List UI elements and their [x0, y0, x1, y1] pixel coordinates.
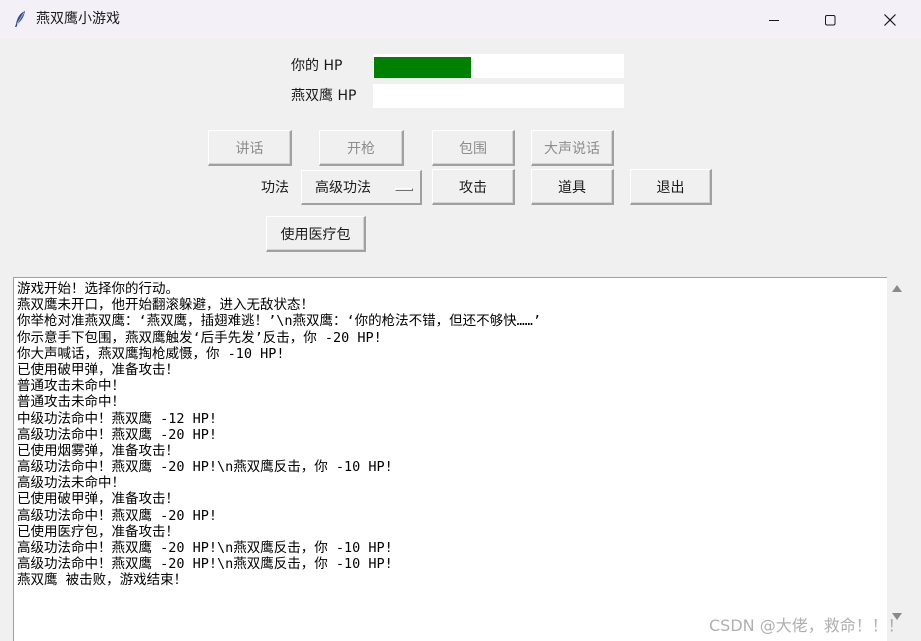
game-log-lines: 游戏开始！选择你的行动。 燕双鹰未开口，他开始翻滚躲避，进入无敌状态！ 你举枪对准燕…	[17, 281, 541, 589]
close-button[interactable]	[861, 0, 919, 39]
log-line: 你大声喊话，燕双鹰掏枪威慑，你 -10 HP!	[17, 345, 285, 362]
log-line: 已使用烟雾弹，准备攻击！	[17, 442, 179, 459]
log-line: 高级功法命中！燕双鹰 -20 HP!\n燕双鹰反击，你 -10 HP!	[17, 540, 393, 556]
log-line: 高级功法命中！燕双鹰 -20 HP!\n燕双鹰反击，你 -10 HP!	[17, 459, 393, 476]
enemy-hp-bar	[373, 84, 624, 108]
title-bar[interactable]: 燕双鹰小游戏	[0, 0, 921, 39]
log-line: 中级功法命中！燕双鹰 -12 HP!	[17, 410, 218, 427]
window-title: 燕双鹰小游戏	[36, 11, 120, 27]
log-line: 已使用破甲弹，准备攻击！	[17, 491, 179, 508]
log-scrollbar[interactable]	[887, 277, 908, 641]
scroll-up-icon[interactable]	[892, 285, 902, 292]
log-line: 你示意手下包围，燕双鹰触发‘后手先发’反击，你 -20 HP!	[17, 329, 382, 346]
log-line: 高级功法命中！燕双鹰 -20 HP!\n燕双鹰反击，你 -10 HP!	[17, 556, 393, 573]
log-line: 游戏开始！选择你的行动。	[17, 281, 179, 297]
technique-selected-value: 高级功法	[315, 180, 371, 196]
log-line: 高级功法命中！燕双鹰 -20 HP!	[17, 507, 218, 524]
log-line: 高级功法命中！燕双鹰 -20 HP!	[17, 426, 218, 443]
log-line: 高级功法未命中！	[17, 475, 125, 492]
surround-button[interactable]: 包围	[432, 130, 515, 166]
shoot-button[interactable]: 开枪	[319, 130, 404, 166]
log-line: 已使用破甲弹，准备攻击！	[17, 361, 179, 378]
maximize-button[interactable]	[801, 0, 859, 39]
attack-button[interactable]: 攻击	[432, 169, 515, 205]
technique-select[interactable]: 高级功法	[301, 170, 422, 205]
log-line: 普通攻击未命中！	[17, 394, 125, 411]
player-hp-bar	[373, 54, 624, 78]
log-line: 燕双鹰未开口，他开始翻滚躲避，进入无敌状态！	[17, 297, 314, 314]
log-line: 已使用医疗包，准备攻击！	[17, 523, 179, 540]
minimize-icon	[769, 19, 779, 21]
dropdown-indicator-icon	[395, 188, 413, 191]
items-button[interactable]: 道具	[531, 169, 614, 205]
technique-label: 功法	[261, 180, 289, 196]
use-medkit-button[interactable]: 使用医疗包	[266, 216, 366, 252]
watermark: CSDN @大佬，救命！！！	[709, 616, 904, 635]
minimize-button[interactable]	[745, 0, 803, 39]
close-icon	[884, 13, 896, 26]
feather-icon	[12, 10, 28, 28]
game-window: 燕双鹰小游戏 你的 HP 燕双鹰 HP 讲话 开枪 包围 大声说话 功法 高级功…	[0, 0, 921, 641]
enemy-hp-label: 燕双鹰 HP	[291, 88, 357, 104]
log-line: 你举枪对准燕双鹰：‘燕双鹰，插翅难逃！’\n燕双鹰：‘你的枪法不错，但还不够快……	[17, 313, 542, 330]
shout-button[interactable]: 大声说话	[531, 130, 614, 166]
maximize-icon	[825, 14, 836, 25]
log-line: 燕双鹰 被击败，游戏结束！	[17, 572, 188, 589]
player-hp-label: 你的 HP	[291, 58, 343, 74]
talk-button[interactable]: 讲话	[208, 130, 292, 166]
log-line: 普通攻击未命中！	[17, 378, 125, 395]
quit-button[interactable]: 退出	[630, 169, 712, 205]
player-hp-fill	[374, 57, 471, 78]
game-log[interactable]: 游戏开始！选择你的行动。 燕双鹰未开口，他开始翻滚躲避，进入无敌状态！ 你举枪对准燕…	[13, 277, 887, 641]
